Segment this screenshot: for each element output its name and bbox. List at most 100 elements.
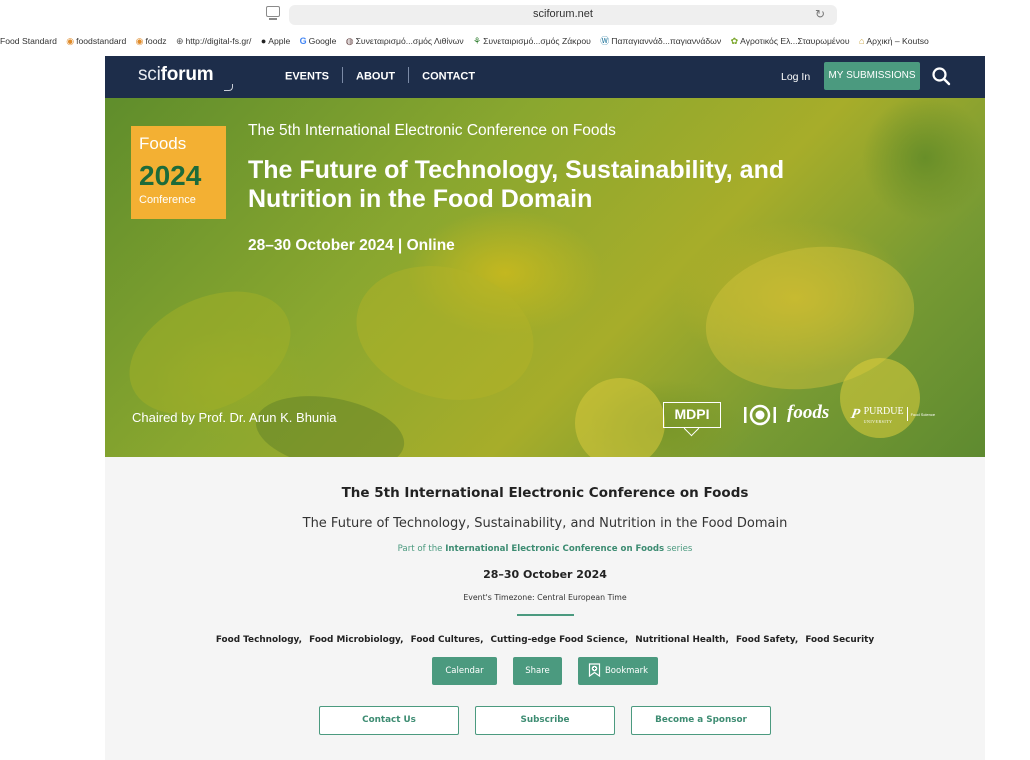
cta-row: Contact Us Subscribe Become a Sponsor	[105, 706, 985, 735]
purdue-logo: P PURDUE UNIVERSITY Food Science	[849, 406, 936, 425]
conference-subtitle: The Future of Technology, Sustainability…	[302, 516, 788, 531]
home-icon: ⌂	[858, 36, 865, 46]
hero-banner: Foods 2024 Conference The 5th Internatio…	[105, 98, 985, 457]
address-bar[interactable]: sciforum.net ↻	[289, 5, 837, 25]
search-icon[interactable]	[931, 66, 951, 86]
logo-forum-text: forum	[160, 64, 214, 85]
hero-title: The Future of Technology, Sustainability…	[248, 156, 785, 213]
topic-item: Food Security	[805, 635, 875, 645]
topic-item: Cutting-edge Food Science,	[490, 635, 629, 645]
bookmark-item[interactable]: ⌂ Αρχική – Koutso	[859, 30, 929, 52]
share-button[interactable]: Share	[513, 657, 562, 685]
badge-year: 2024	[139, 160, 202, 191]
bookmark-add-icon	[588, 662, 601, 677]
become-sponsor-button[interactable]: Become a Sponsor	[631, 706, 771, 735]
series-prefix: Part of the	[397, 544, 446, 554]
divider-rule	[517, 614, 574, 616]
nav-events[interactable]: EVENTS	[285, 70, 329, 82]
nav-about[interactable]: ABOUT	[356, 70, 395, 82]
series-suffix: series	[664, 544, 693, 554]
bookmark-label: Αρχική – Koutso	[866, 36, 929, 46]
contact-us-button[interactable]: Contact Us	[319, 706, 459, 735]
tab-overview-icon[interactable]	[266, 6, 280, 20]
hero-overline: The 5th International Electronic Confere…	[248, 122, 616, 139]
site-navbar: sciforum EVENTS ABOUT CONTACT Log In MY SU…	[105, 56, 985, 98]
purdue-divider	[906, 407, 908, 421]
series-line: Part of the International Electronic Con…	[105, 544, 985, 554]
calendar-button[interactable]: Calendar	[432, 657, 497, 685]
bookmark-item[interactable]: ◍ Συνεταιρισμό...σμός Λιθίνων	[346, 30, 464, 52]
bookmark-item[interactable]: ⊕ http://digital-fs.gr/	[176, 30, 251, 52]
login-link[interactable]: Log In	[781, 71, 810, 83]
foods-journal-logo: foods	[787, 402, 830, 423]
bookmark-item[interactable]: ◉ foodz	[136, 30, 167, 52]
partner-logos: MDPI foods P PURDUE UNIVERSITY Food Science	[663, 398, 963, 434]
reload-icon[interactable]: ↻	[815, 7, 825, 21]
bookmark-label: Συνεταιρισμό...σμός Ζάκρου	[483, 36, 591, 46]
my-submissions-button[interactable]: MY SUBMISSIONS	[824, 62, 920, 90]
badge-name: Foods	[139, 134, 187, 153]
purdue-subname: UNIVERSITY	[863, 419, 893, 424]
bookmark-item[interactable]: Food Standard	[0, 30, 57, 52]
hero-chair: Chaired by Prof. Dr. Arun K. Bhunia	[132, 410, 337, 425]
food-photo-shape	[575, 378, 665, 457]
topic-item: Food Technology,	[215, 635, 303, 645]
logo-hook-icon	[224, 84, 233, 91]
nav-divider	[408, 67, 410, 83]
mdpi-logo: MDPI	[663, 402, 721, 428]
bookmark-label: Παπαγιαννάδ...παγιαννάδων	[611, 36, 722, 46]
bookmark-label: Apple	[268, 36, 291, 46]
globe-icon: ⊕	[175, 36, 184, 46]
sciforum-logo[interactable]: sciforum	[138, 64, 233, 91]
conference-title: The 5th International Electronic Confere…	[341, 485, 749, 501]
event-actions: Calendar Share Bookmark	[105, 657, 985, 685]
apple-icon: ●	[260, 36, 267, 46]
wordpress-icon: Ⓦ	[600, 36, 610, 46]
purdue-name: PURDUE	[863, 406, 904, 417]
circle-logo-icon: ◉	[135, 36, 144, 46]
bookmark-label: Google	[308, 36, 337, 46]
site-icon: ◍	[345, 36, 354, 46]
nav-contact[interactable]: CONTACT	[422, 70, 475, 82]
conference-info: The 5th International Electronic Confere…	[105, 457, 985, 760]
bookmark-label: foodstandard	[76, 36, 127, 46]
coop-icon: ⚘	[473, 36, 482, 46]
plate-cutlery-icon	[744, 404, 776, 426]
conference-date: 28–30 October 2024	[483, 568, 607, 581]
bookmark-label: http://digital-fs.gr/	[185, 36, 252, 46]
topic-item: Nutritional Health,	[635, 635, 729, 645]
timezone-note: Event's Timezone: Central European Time	[463, 593, 627, 602]
purdue-mark-icon: P	[849, 407, 862, 422]
topic-item: Food Safety,	[735, 635, 799, 645]
bookmark-item[interactable]: Ⓦ Παπαγιαννάδ...παγιαννάδων	[600, 30, 721, 52]
bookmark-item[interactable]: ● Apple	[261, 30, 290, 52]
bookmark-item[interactable]: ⚘ Συνεταιρισμό...σμός Ζάκρου	[473, 30, 591, 52]
bookmark-item[interactable]: ✿ Αγροτικός Ελ...Σταυρωμένου	[731, 30, 850, 52]
topic-item: Food Cultures,	[410, 635, 484, 645]
logo-sci-text: sci	[138, 64, 161, 85]
address-bar-url[interactable]: sciforum.net	[289, 8, 837, 20]
conference-badge: Foods 2024 Conference	[131, 126, 226, 219]
bookmark-item[interactable]: G Google	[300, 30, 337, 52]
leaf-icon: ✿	[730, 36, 739, 46]
hero-date: 28–30 October 2024 | Online	[248, 237, 455, 254]
bookmark-label: Συνεταιρισμό...σμός Λιθίνων	[355, 36, 464, 46]
circle-logo-icon: ◉	[66, 36, 75, 46]
nav-divider	[342, 67, 344, 83]
badge-subtitle: Conference	[139, 194, 196, 206]
bookmarks-bar: Food Standard ◉ foodstandard ◉ foodz ⊕ http…	[0, 30, 1030, 52]
bookmark-label: foodz	[145, 36, 167, 46]
bookmark-label: Αγροτικός Ελ...Σταυρωμένου	[740, 36, 850, 46]
bookmark-label: Food Standard	[0, 36, 57, 46]
series-link[interactable]: International Electronic Conference on F…	[445, 544, 664, 554]
topic-list: Food Technology, Food Microbiology, Food…	[105, 635, 985, 645]
topic-item: Food Microbiology,	[309, 635, 404, 645]
main-nav: EVENTS ABOUT CONTACT	[285, 67, 475, 83]
bookmark-label: Bookmark	[604, 666, 649, 676]
google-icon: G	[299, 36, 307, 46]
bookmark-button[interactable]: Bookmark	[578, 657, 658, 685]
browser-toolbar: sciforum.net ↻	[0, 0, 1030, 30]
food-photo-shape	[341, 246, 549, 420]
bookmark-item[interactable]: ◉ foodstandard	[66, 30, 126, 52]
subscribe-button[interactable]: Subscribe	[475, 706, 615, 735]
